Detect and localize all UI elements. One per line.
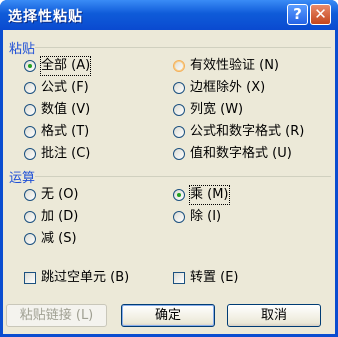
help-button[interactable]: ?: [287, 4, 308, 25]
dialog-body: 粘贴 全部 (A) 公式 (F) 数值 (V) 格式 (T) 批注 (C) 有效…: [3, 30, 335, 334]
option-label: 有效性验证 (N): [190, 58, 280, 73]
operation-group-header: 运算: [9, 167, 331, 186]
radio-button[interactable]: [24, 189, 36, 201]
checkbox-label: 跳过空单元 (B): [41, 270, 130, 285]
option-label: 公式 (F): [41, 80, 89, 95]
radio-button[interactable]: [24, 233, 36, 245]
radio-button[interactable]: [173, 148, 185, 160]
radio-button[interactable]: [24, 82, 36, 94]
option-label: 数值 (V): [41, 102, 91, 117]
radio-button[interactable]: [24, 148, 36, 160]
option-label: 值和数字格式 (U): [190, 146, 292, 161]
option-label: 乘 (M): [189, 185, 230, 205]
option-label: 列宽 (W): [190, 102, 244, 117]
radio-button[interactable]: [24, 126, 36, 138]
option-label: 批注 (C): [41, 146, 91, 161]
paste-link-button[interactable]: 粘贴链接 (L): [6, 304, 107, 327]
ok-button[interactable]: 确定: [121, 304, 215, 327]
paste-special-dialog: 选择性粘贴 ? ✕ 粘贴 全部 (A) 公式 (F) 数值 (V) 格式 (T)…: [0, 0, 338, 337]
close-icon: ✕: [314, 5, 327, 23]
option-label: 格式 (T): [41, 124, 90, 139]
option-label: 加 (D): [41, 209, 79, 224]
option-label: 全部 (A): [39, 56, 92, 76]
close-button[interactable]: ✕: [310, 4, 331, 25]
radio-button[interactable]: [173, 211, 185, 223]
radio-button[interactable]: [173, 60, 185, 72]
radio-button[interactable]: [173, 126, 185, 138]
cancel-button[interactable]: 取消: [227, 304, 321, 327]
radio-button[interactable]: [24, 211, 36, 223]
option-label: 公式和数字格式 (R): [190, 124, 305, 139]
radio-button[interactable]: [173, 82, 185, 94]
group-divider: [35, 47, 331, 48]
operation-group-label: 运算: [9, 171, 36, 186]
paste-group-label: 粘贴: [9, 42, 36, 57]
title-bar: 选择性粘贴 ? ✕: [0, 0, 338, 30]
checkbox-label: 转置 (E): [190, 270, 239, 285]
radio-button[interactable]: [24, 104, 36, 116]
checkbox[interactable]: [173, 272, 185, 284]
option-label: 边框除外 (X): [190, 80, 266, 95]
dialog-title: 选择性粘贴: [8, 9, 83, 25]
radio-button[interactable]: [173, 189, 185, 201]
radio-button[interactable]: [24, 60, 36, 72]
checkbox[interactable]: [24, 272, 36, 284]
option-label: 除 (I): [190, 209, 222, 224]
option-label: 无 (O): [41, 187, 79, 202]
option-label: 减 (S): [41, 231, 77, 246]
help-icon: ?: [293, 5, 302, 23]
paste-group-header: 粘贴: [9, 38, 331, 57]
group-divider: [35, 176, 331, 177]
radio-button[interactable]: [173, 104, 185, 116]
